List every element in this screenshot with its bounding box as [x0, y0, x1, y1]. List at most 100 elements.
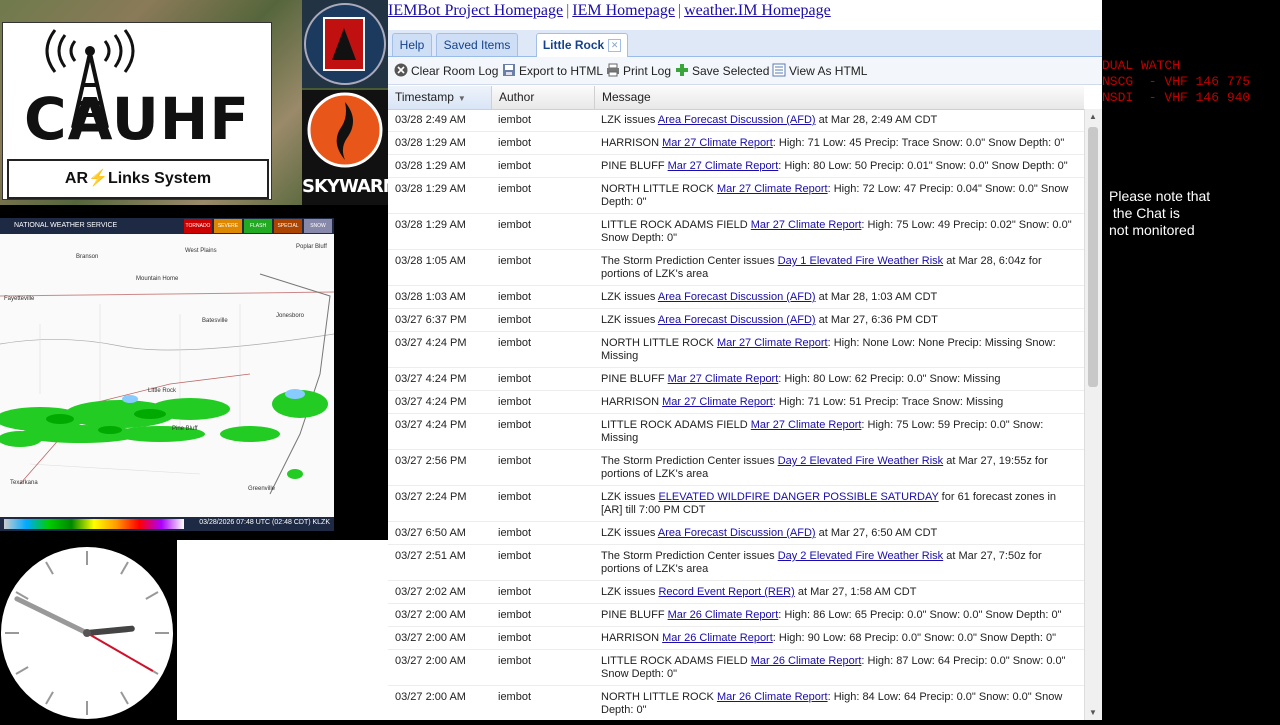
- row-message: LZK issues ELEVATED WILDFIRE DANGER POSS…: [601, 486, 1084, 521]
- column-timestamp[interactable]: Timestamp ▼: [388, 86, 492, 109]
- top-links: IEMBot Project Homepage | IEM Homepage | wea…: [388, 2, 831, 22]
- row-author: iembot: [498, 255, 532, 267]
- view-as-html-button[interactable]: View As HTML: [772, 63, 867, 78]
- message-prefix: NORTH LITTLE ROCK: [601, 691, 717, 703]
- row-author: iembot: [498, 396, 532, 408]
- view-icon: [772, 63, 786, 77]
- table-row[interactable]: 03/27 2:00 AM iembot HARRISON Mar 26 Clima…: [388, 627, 1084, 650]
- table-row[interactable]: 03/27 2:56 PM iembot The Storm Prediction …: [388, 450, 1084, 486]
- message-link[interactable]: Area Forecast Discussion (AFD): [658, 527, 816, 539]
- row-timestamp: 03/28 1:29 AM: [395, 137, 466, 149]
- row-message: LITTLE ROCK ADAMS FIELD Mar 27 Climate R…: [601, 214, 1084, 249]
- table-row[interactable]: 03/28 1:29 AM iembot NORTH LITTLE ROCK Mar…: [388, 178, 1084, 214]
- row-timestamp: 03/27 4:24 PM: [395, 373, 467, 385]
- row-timestamp: 03/27 2:24 PM: [395, 491, 467, 503]
- message-link[interactable]: Mar 27 Climate Report: [662, 396, 773, 408]
- row-author: iembot: [498, 455, 532, 467]
- table-row[interactable]: 03/27 2:00 AM iembot PINE BLUFF Mar 26 Cli…: [388, 604, 1084, 627]
- city-label: Branson: [76, 254, 99, 260]
- message-link[interactable]: Mar 26 Climate Report: [662, 632, 773, 644]
- row-message: The Storm Prediction Center issues Day 1…: [601, 250, 1084, 285]
- message-suffix: at Mar 27, 1:58 AM CDT: [794, 586, 917, 598]
- radar-warning-legend: TORNADO SEVERE THUNDERSTORM FLASH FLOOD …: [184, 219, 332, 243]
- table-row[interactable]: 03/27 4:24 PM iembot LITTLE ROCK ADAMS FIE…: [388, 414, 1084, 450]
- tab-little-rock[interactable]: Little Rock ✕: [536, 33, 628, 57]
- table-row[interactable]: 03/28 1:05 AM iembot The Storm Prediction …: [388, 250, 1084, 286]
- print-icon: [607, 63, 619, 77]
- row-message: HARRISON Mar 27 Climate Report: High: 71…: [601, 391, 1084, 413]
- tab-help[interactable]: Help: [392, 33, 432, 56]
- message-link[interactable]: Mar 26 Climate Report: [668, 609, 779, 621]
- message-link[interactable]: Mar 27 Climate Report: [751, 419, 862, 431]
- row-timestamp: 03/27 6:37 PM: [395, 314, 467, 326]
- scroll-thumb[interactable]: [1088, 127, 1098, 387]
- radar-map-frame: NATIONAL WEATHER SERVICE TORNADO SEVERE …: [0, 218, 334, 531]
- table-row[interactable]: 03/27 4:24 PM iembot NORTH LITTLE ROCK Mar…: [388, 332, 1084, 368]
- message-link[interactable]: Area Forecast Discussion (AFD): [658, 291, 816, 303]
- reflectivity-scale: [4, 519, 184, 529]
- iembot-homepage-link[interactable]: IEMBot Project Homepage: [388, 2, 563, 19]
- message-link[interactable]: Day 1 Elevated Fire Weather Risk: [778, 255, 943, 267]
- message-link[interactable]: Area Forecast Discussion (AFD): [658, 314, 816, 326]
- scroll-down-icon[interactable]: ▼: [1089, 708, 1097, 717]
- message-link[interactable]: Mar 27 Climate Report: [717, 183, 828, 195]
- city-label: Little Rock: [148, 388, 177, 394]
- tab-saved-items[interactable]: Saved Items: [436, 33, 518, 56]
- table-row[interactable]: 03/28 2:49 AM iembot LZK issues Area Forec…: [388, 109, 1084, 132]
- city-label: Batesville: [202, 318, 228, 324]
- message-link[interactable]: Area Forecast Discussion (AFD): [658, 114, 816, 126]
- row-author: iembot: [498, 691, 532, 703]
- table-row[interactable]: 03/28 1:29 AM iembot LITTLE ROCK ADAMS FIE…: [388, 214, 1084, 250]
- table-row[interactable]: 03/27 6:37 PM iembot LZK issues Area Forec…: [388, 309, 1084, 332]
- message-link[interactable]: Mar 27 Climate Report: [662, 137, 773, 149]
- table-row[interactable]: 03/27 6:50 AM iembot LZK issues Area Forec…: [388, 522, 1084, 545]
- column-message[interactable]: Message: [595, 86, 1084, 109]
- scroll-up-icon[interactable]: ▲: [1089, 112, 1097, 121]
- message-link[interactable]: ELEVATED WILDFIRE DANGER POSSIBLE SATURD…: [658, 491, 938, 503]
- table-row[interactable]: 03/28 1:29 AM iembot HARRISON Mar 27 Clima…: [388, 132, 1084, 155]
- message-link[interactable]: Day 2 Elevated Fire Weather Risk: [778, 550, 943, 562]
- separator: |: [566, 2, 570, 19]
- table-row[interactable]: 03/27 2:00 AM iembot LITTLE ROCK ADAMS FIE…: [388, 650, 1084, 686]
- weatherim-homepage-link[interactable]: weather.IM Homepage: [684, 2, 831, 19]
- message-suffix: : High: 90 Low: 68 Precip: 0.0" Snow: 0.…: [772, 632, 1056, 644]
- row-message: PINE BLUFF Mar 27 Climate Report: High: …: [601, 155, 1084, 177]
- column-author[interactable]: Author: [492, 86, 595, 109]
- iem-homepage-link[interactable]: IEM Homepage: [572, 2, 675, 19]
- message-link[interactable]: Mar 27 Climate Report: [668, 373, 779, 385]
- table-row[interactable]: 03/27 2:51 AM iembot The Storm Prediction …: [388, 545, 1084, 581]
- message-prefix: LITTLE ROCK ADAMS FIELD: [601, 219, 751, 231]
- row-message: NORTH LITTLE ROCK Mar 26 Climate Report:…: [601, 686, 1084, 720]
- right-info-panel: DUAL WATCH NSCG - VHF 146 775 NSDI - VHF…: [1102, 0, 1280, 720]
- message-link[interactable]: Mar 27 Climate Report: [668, 160, 779, 172]
- grid-scrollbar[interactable]: ▲ ▼: [1084, 109, 1102, 720]
- table-row[interactable]: 03/27 2:00 AM iembot NORTH LITTLE ROCK Mar…: [388, 686, 1084, 720]
- message-link[interactable]: Mar 27 Climate Report: [717, 337, 828, 349]
- message-link[interactable]: Record Event Report (RER): [658, 586, 794, 598]
- message-link[interactable]: Mar 26 Climate Report: [751, 655, 862, 667]
- message-link[interactable]: Mar 26 Climate Report: [717, 691, 828, 703]
- message-link[interactable]: Mar 27 Climate Report: [751, 219, 862, 231]
- close-icon[interactable]: ✕: [608, 39, 622, 53]
- message-link[interactable]: Day 2 Elevated Fire Weather Risk: [778, 455, 943, 467]
- export-html-button[interactable]: Export to HTML: [502, 63, 603, 78]
- print-log-button[interactable]: Print Log: [606, 63, 671, 78]
- row-timestamp: 03/27 2:00 AM: [395, 609, 466, 621]
- city-label: Poplar Bluff: [296, 244, 327, 250]
- table-row[interactable]: 03/28 1:03 AM iembot LZK issues Area Forec…: [388, 286, 1084, 309]
- message-prefix: LZK issues: [601, 314, 658, 326]
- table-row[interactable]: 03/27 2:02 AM iembot LZK issues Record Eve…: [388, 581, 1084, 604]
- row-author: iembot: [498, 219, 532, 231]
- dual-watch-text: DUAL WATCH NSCG - VHF 146 775 NSDI - VHF…: [1102, 58, 1251, 105]
- table-row[interactable]: 03/27 2:24 PM iembot LZK issues ELEVATED W…: [388, 486, 1084, 522]
- save-selected-button[interactable]: Save Selected: [675, 63, 769, 78]
- table-row[interactable]: 03/28 1:29 AM iembot PINE BLUFF Mar 27 Cli…: [388, 155, 1084, 178]
- row-message: PINE BLUFF Mar 26 Climate Report: High: …: [601, 604, 1084, 626]
- table-row[interactable]: 03/27 4:24 PM iembot HARRISON Mar 27 Clima…: [388, 391, 1084, 414]
- radar-footer: 03/28/2026 07:48 UTC (02:48 CDT) KLZK: [0, 517, 334, 531]
- clear-room-log-button[interactable]: Clear Room Log: [394, 63, 498, 78]
- table-row[interactable]: 03/27 4:24 PM iembot PINE BLUFF Mar 27 Cli…: [388, 368, 1084, 391]
- message-prefix: LZK issues: [601, 491, 659, 503]
- row-message: The Storm Prediction Center issues Day 2…: [601, 545, 1084, 580]
- message-suffix: : High: 80 Low: 62 Precip: 0.0" Snow: Mi…: [778, 373, 1001, 385]
